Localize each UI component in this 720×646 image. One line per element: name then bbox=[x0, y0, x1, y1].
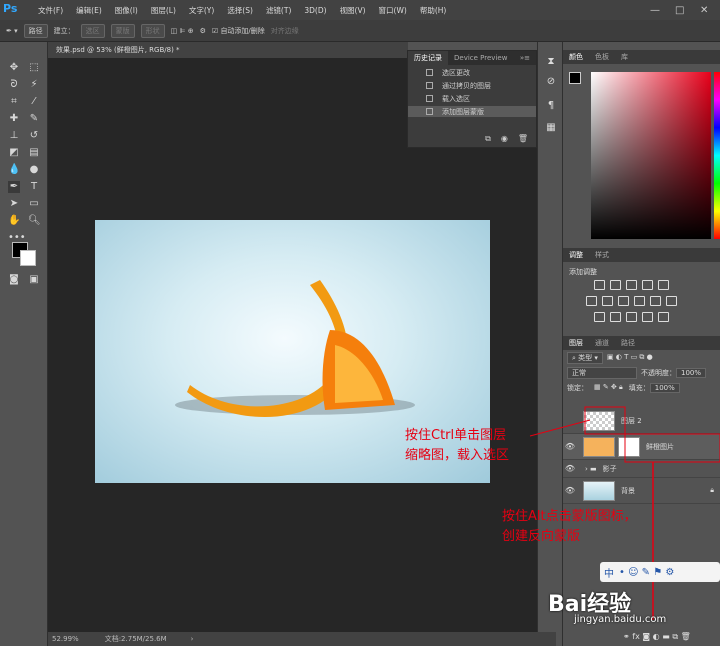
annotation-text: 按住Ctrl单击图层 bbox=[405, 428, 507, 443]
annotation-text: 缩略图，载入选区 bbox=[405, 448, 510, 463]
ime-language-label[interactable]: 中 bbox=[604, 565, 614, 580]
annotation-overlay bbox=[529, 406, 720, 620]
annotation-callout-ctrl: 按住Ctrl单击图层 缩略图，载入选区 bbox=[405, 426, 509, 466]
baidu-url: jingyan.baidu.com bbox=[574, 614, 667, 625]
annotation-text: 按住Alt点击蒙版图标， bbox=[502, 509, 637, 524]
annotation-callout-alt: 按住Alt点击蒙版图标， 创建反向蒙版 bbox=[502, 507, 637, 547]
ime-toolbar[interactable]: 中 • ☺ ✎ ⚑ ⚙ bbox=[600, 562, 720, 582]
ime-icons[interactable]: • ☺ ✎ ⚑ ⚙ bbox=[619, 567, 674, 578]
annotation-text: 创建反向蒙版 bbox=[502, 529, 581, 544]
